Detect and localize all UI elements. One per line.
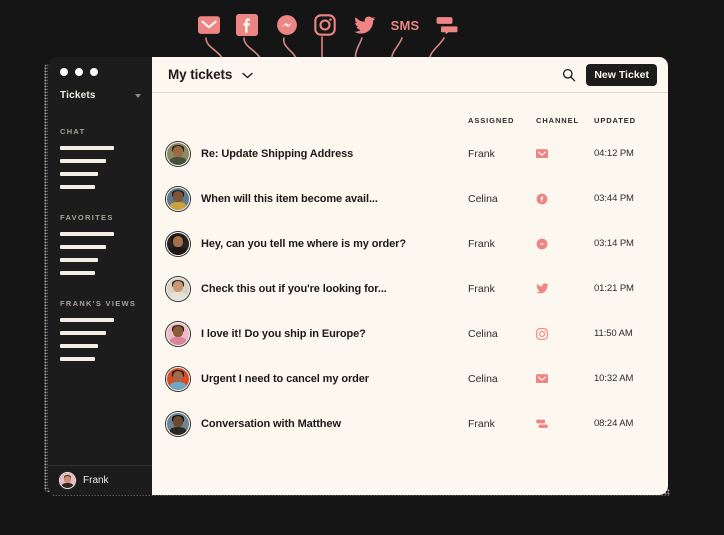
ticket-assignee: Celina xyxy=(468,372,498,385)
sidebar-nav-item[interactable] xyxy=(60,245,106,249)
ticket-list: Re: Update Shipping Address Frank 04:12 P… xyxy=(152,131,668,495)
sidebar-section-title: CHAT xyxy=(60,127,86,136)
sms-label: SMS xyxy=(390,17,420,33)
ticket-subject-cell[interactable]: Urgent I need to cancel my order xyxy=(152,366,468,391)
chevron-down-icon xyxy=(135,93,141,98)
avatar xyxy=(166,276,190,301)
ticket-channel-facebook-icon xyxy=(536,193,594,205)
table-row[interactable]: Check this out if you're looking for... F… xyxy=(152,266,668,311)
table-row[interactable]: Hey, can you tell me where is my order? F… xyxy=(152,221,668,266)
ticket-assignee: Celina xyxy=(468,327,498,340)
ticket-subject: Urgent I need to cancel my order xyxy=(201,372,369,385)
sidebar: Tickets CHAT FAVORITES FRANK'S VIEWS Frank xyxy=(48,57,152,495)
app-window: Tickets CHAT FAVORITES FRANK'S VIEWS Frank… xyxy=(48,57,668,495)
ticket-assignee: Frank xyxy=(468,282,495,295)
sidebar-nav-sections: CHAT FAVORITES FRANK'S VIEWS xyxy=(48,101,152,465)
ticket-updated: 03:14 PM xyxy=(594,238,634,249)
sidebar-nav-item[interactable] xyxy=(60,318,114,322)
table-row[interactable]: Conversation with Matthew Frank 08:24 AM xyxy=(152,401,668,446)
page-title: My tickets xyxy=(168,67,233,82)
ticket-channel-email-icon xyxy=(536,148,594,159)
ticket-updated: 11:50 AM xyxy=(594,328,633,339)
traffic-light-minimize[interactable] xyxy=(75,68,83,76)
sidebar-nav-item[interactable] xyxy=(60,357,95,361)
table-row[interactable]: Re: Update Shipping Address Frank 04:12 P… xyxy=(152,131,668,176)
avatar xyxy=(166,411,190,436)
avatar xyxy=(166,231,190,256)
sidebar-nav-item[interactable] xyxy=(60,172,98,176)
new-ticket-button[interactable]: New Ticket xyxy=(586,63,657,86)
sidebar-section-title: FRANK'S VIEWS xyxy=(60,299,137,308)
sidebar-nav-item[interactable] xyxy=(60,271,95,275)
sidebar-section-title: FAVORITES xyxy=(60,213,114,222)
ticket-updated: 04:12 PM xyxy=(594,148,634,159)
ticket-updated: 10:32 AM xyxy=(594,373,634,384)
table-row[interactable]: When will this item become avail... Celin… xyxy=(152,176,668,221)
app-screenshot: SMS Tickets CHAT FAVORITES FRANK'S VIEWS… xyxy=(0,0,724,535)
ticket-subject: Re: Update Shipping Address xyxy=(201,147,354,160)
sidebar-nav-item[interactable] xyxy=(60,344,98,348)
ticket-subject: I love it! Do you ship in Europe? xyxy=(201,327,366,340)
sidebar-nav-item[interactable] xyxy=(60,159,106,163)
search-icon[interactable] xyxy=(558,64,580,86)
chevron-down-icon[interactable] xyxy=(242,72,253,79)
ticket-subject-cell[interactable]: Re: Update Shipping Address xyxy=(152,141,468,166)
table-row[interactable]: I love it! Do you ship in Europe? Celina … xyxy=(152,311,668,356)
workspace-switcher[interactable]: Tickets xyxy=(48,76,152,101)
sidebar-nav-item[interactable] xyxy=(60,232,114,236)
ticket-subject-cell[interactable]: Hey, can you tell me where is my order? xyxy=(152,231,468,256)
ticket-channel-messenger-icon xyxy=(536,238,594,250)
sidebar-nav-item[interactable] xyxy=(60,331,106,335)
ticket-subject-cell[interactable]: I love it! Do you ship in Europe? xyxy=(152,321,468,346)
window-traffic-lights[interactable] xyxy=(48,57,152,76)
ticket-subject: Conversation with Matthew xyxy=(201,417,341,430)
avatar xyxy=(166,186,190,211)
ticket-subject: Hey, can you tell me where is my order? xyxy=(201,237,406,250)
sidebar-footer-user-name: Frank xyxy=(83,475,109,486)
sidebar-section: FRANK'S VIEWS xyxy=(60,299,152,361)
ticket-assignee: Frank xyxy=(468,237,495,250)
ticket-subject: Check this out if you're looking for... xyxy=(201,282,387,295)
ticket-channel-chat-icon xyxy=(536,419,594,429)
workspace-name: Tickets xyxy=(60,90,96,101)
avatar xyxy=(166,366,190,391)
traffic-light-maximize[interactable] xyxy=(90,68,98,76)
main-panel: My tickets New Ticket ASSIGNED CHANNEL U… xyxy=(152,57,668,495)
sidebar-nav-item[interactable] xyxy=(60,146,114,150)
traffic-light-close[interactable] xyxy=(60,68,68,76)
column-header-updated: UPDATED xyxy=(594,116,636,125)
column-header-channel: CHANNEL xyxy=(536,116,579,125)
avatar xyxy=(59,472,76,489)
column-header-assigned: ASSIGNED xyxy=(468,116,515,125)
avatar xyxy=(166,141,190,166)
ticket-channel-twitter-icon xyxy=(536,283,594,294)
ticket-subject-cell[interactable]: When will this item become avail... xyxy=(152,186,468,211)
table-row[interactable]: Urgent I need to cancel my order Celina 1… xyxy=(152,356,668,401)
ticket-subject-cell[interactable]: Conversation with Matthew xyxy=(152,411,468,436)
sidebar-section: FAVORITES xyxy=(60,213,152,275)
ticket-updated: 01:21 PM xyxy=(594,283,634,294)
ticket-subject-cell[interactable]: Check this out if you're looking for... xyxy=(152,276,468,301)
sidebar-footer-user[interactable]: Frank xyxy=(48,465,152,495)
ticket-assignee: Frank xyxy=(468,147,495,160)
sidebar-nav-item[interactable] xyxy=(60,258,98,262)
sidebar-nav-item[interactable] xyxy=(60,185,95,189)
ticket-subject: When will this item become avail... xyxy=(201,192,378,205)
ticket-channel-email-icon xyxy=(536,373,594,384)
ticket-assignee: Celina xyxy=(468,192,498,205)
ticket-table-header: ASSIGNED CHANNEL UPDATED xyxy=(152,93,668,131)
ticket-assignee: Frank xyxy=(468,417,495,430)
topbar: My tickets New Ticket xyxy=(152,57,668,93)
ticket-updated: 08:24 AM xyxy=(594,418,634,429)
ticket-channel-instagram-icon xyxy=(536,327,594,340)
avatar xyxy=(166,321,190,346)
sidebar-section: CHAT xyxy=(60,127,152,189)
ticket-updated: 03:44 PM xyxy=(594,193,634,204)
